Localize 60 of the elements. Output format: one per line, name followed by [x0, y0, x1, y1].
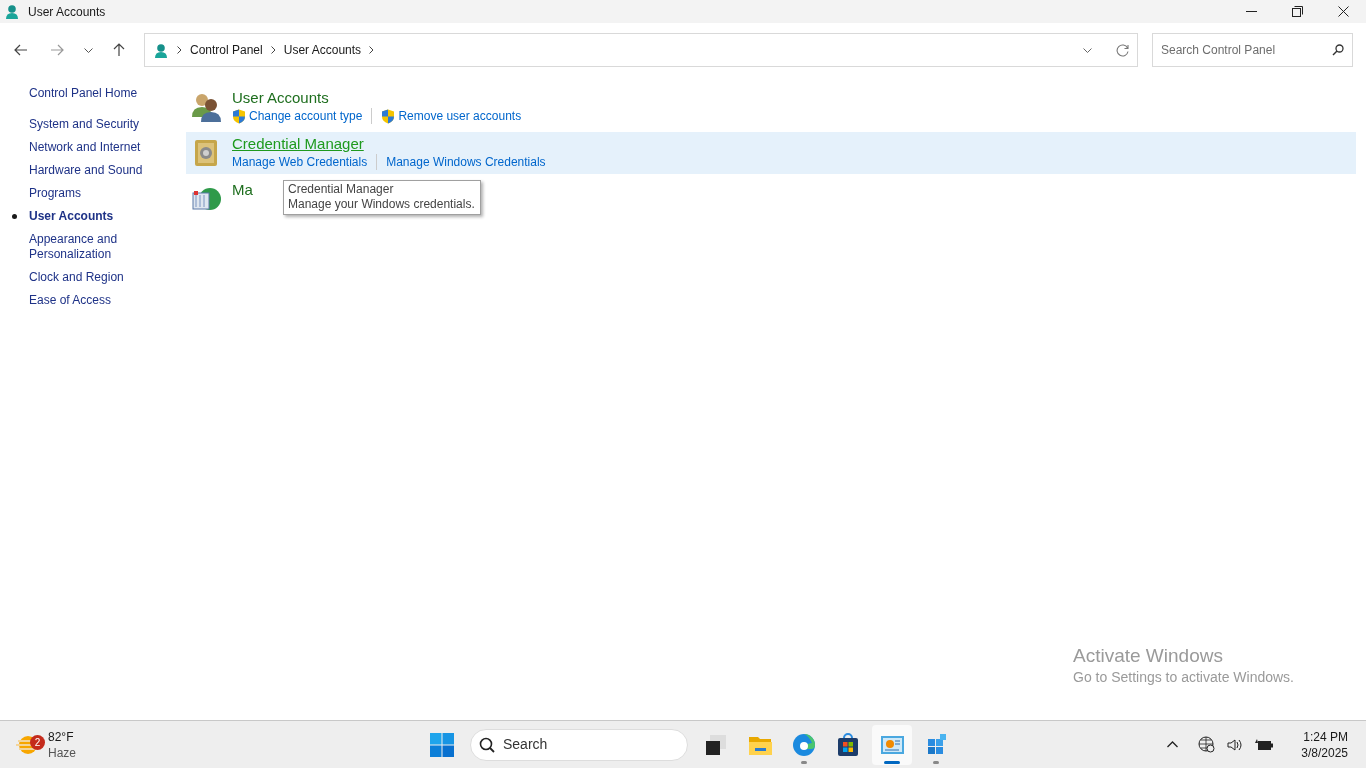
sidebar-link[interactable]: System and Security — [29, 117, 140, 132]
activation-title: Activate Windows — [1073, 645, 1224, 667]
search-field[interactable]: Search Control Panel — [1152, 33, 1353, 67]
sidebar-link[interactable]: Ease of Access — [29, 293, 112, 308]
user-icon — [4, 4, 20, 21]
category-title-link[interactable]: User Accounts — [232, 89, 522, 107]
users-icon — [190, 91, 222, 123]
tooltip-text: Manage your Windows credentials. — [288, 197, 475, 212]
sidebar-link[interactable]: Appearance and Personalization — [29, 232, 186, 262]
windows-logo-icon — [430, 732, 454, 757]
user-icon — [153, 42, 169, 59]
sidebar-link[interactable]: User Accounts — [29, 209, 114, 224]
refresh-icon — [1116, 43, 1129, 57]
minimize-icon — [1245, 10, 1257, 13]
sidebar-link[interactable]: Clock and Region — [29, 270, 124, 285]
task-link[interactable]: Manage Web Credentials — [232, 153, 368, 171]
shield-icon — [381, 108, 396, 124]
weather-condition: Haze — [48, 744, 76, 761]
close-icon — [1337, 6, 1349, 17]
restore-icon — [1291, 6, 1303, 17]
window-title: User Accounts — [28, 3, 106, 21]
back-arrow-icon — [14, 44, 28, 56]
chevron-up-icon — [1167, 741, 1179, 748]
chevron-down-icon — [1083, 47, 1092, 53]
sidebar-link[interactable]: Network and Internet — [29, 140, 141, 155]
shield-icon — [232, 108, 246, 124]
search-icon — [479, 736, 495, 753]
clock-time: 1:24 PM — [1302, 728, 1348, 745]
running-indicator — [801, 760, 807, 764]
breadcrumb-link[interactable]: User Accounts — [283, 41, 362, 59]
chevron-right-icon — [177, 46, 182, 54]
edge-browser-icon — [792, 732, 816, 757]
tooltip-title: Credential Manager — [288, 182, 395, 197]
address-bar[interactable]: Control Panel User Accounts — [144, 33, 1138, 67]
sidebar-link[interactable]: Hardware and Sound — [29, 163, 143, 178]
breadcrumb-link[interactable]: Control Panel — [190, 41, 263, 59]
clock-date: 3/8/2025 — [1301, 744, 1348, 761]
store-bag-icon — [836, 732, 860, 757]
sidebar-link[interactable]: Programs — [29, 186, 81, 201]
taskbar-search-field[interactable]: Search — [470, 728, 688, 761]
temperature: 82°F — [48, 728, 75, 745]
task-link[interactable]: Remove user accounts — [398, 107, 522, 125]
chevron-right-icon — [369, 46, 375, 54]
globe-icon — [1198, 736, 1216, 753]
category-title-link[interactable]: Ma — [232, 181, 253, 199]
running-indicator — [884, 760, 900, 764]
chevron-right-icon — [270, 46, 276, 54]
task-link[interactable]: Manage Windows Credentials — [386, 153, 546, 171]
search-icon — [1332, 44, 1344, 56]
control-panel-home-link[interactable]: Control Panel Home — [29, 86, 186, 101]
task-link[interactable]: Change account type — [249, 107, 363, 125]
speaker-icon — [1227, 737, 1244, 752]
forward-arrow-icon — [50, 44, 64, 56]
chevron-down-icon — [83, 47, 93, 53]
up-arrow-icon — [113, 43, 125, 57]
running-indicator — [933, 760, 939, 764]
notification-badge: 2 — [30, 734, 45, 750]
activation-message: Go to Settings to activate Windows. — [1073, 668, 1294, 687]
task-view-icon — [704, 732, 728, 757]
battery-icon — [1255, 738, 1274, 751]
